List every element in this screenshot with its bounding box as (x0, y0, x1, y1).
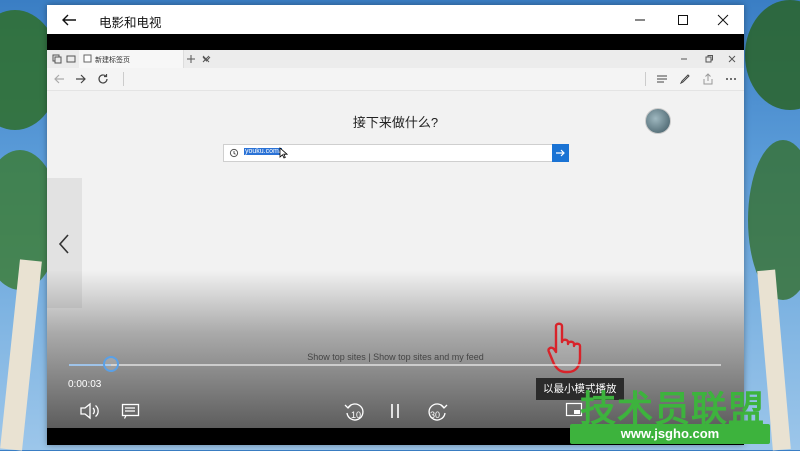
back-arrow-icon[interactable] (59, 10, 79, 30)
chevron-left-icon[interactable] (57, 233, 71, 255)
tab-preview-icon (52, 54, 62, 64)
new-tab-icon (187, 55, 195, 63)
site-watermark: 技术员联盟 www.jsgho.com (555, 380, 800, 450)
tree-foliage (745, 0, 800, 110)
new-tab-heading: 接下来做什么? (352, 115, 439, 130)
volume-icon[interactable] (79, 402, 101, 420)
app-title: 电影和电视 (99, 16, 162, 30)
subtitles-icon[interactable] (121, 403, 141, 420)
go-button (552, 144, 569, 162)
elapsed-time: 0:00:03 (68, 379, 102, 390)
tree-trunk (0, 259, 42, 451)
watermark-url: www.jsgho.com (570, 424, 770, 444)
letterbox-top (47, 34, 744, 50)
page-icon (83, 54, 92, 63)
browser-tab: 新建标签页 (79, 50, 210, 68)
title-bar: 电影和电视 (47, 5, 744, 34)
browser-close-icon (728, 55, 736, 63)
tab-title: 新建标签页 (95, 57, 130, 64)
close-icon[interactable] (712, 9, 734, 31)
browser-forward-icon (76, 74, 86, 84)
set-aside-icon (66, 55, 76, 63)
nav-divider (123, 72, 124, 86)
more-icon (726, 78, 736, 80)
browser-tab-bar: 新建标签页 (47, 50, 744, 69)
minimize-icon[interactable] (629, 9, 651, 31)
hub-icon (657, 75, 667, 83)
browser-back-icon (54, 74, 64, 84)
top-sites-link: Show top sites | Show top sites and my f… (307, 352, 484, 362)
mouse-cursor-icon (279, 147, 288, 159)
browser-restore-icon (705, 55, 713, 63)
nav-divider (645, 72, 646, 86)
chevron-down-icon (202, 56, 211, 62)
arrow-right-icon (556, 149, 565, 157)
address-value: youku.com/ (244, 148, 282, 155)
avatar (645, 108, 671, 134)
address-search-box: youku.com/ (223, 144, 569, 162)
pause-icon[interactable] (388, 402, 402, 420)
browser-minimize-icon (681, 58, 687, 60)
rewind-seconds: 10 (351, 410, 362, 420)
web-note-icon (679, 74, 690, 85)
forward-seconds: 30 (430, 410, 441, 420)
movies-tv-window: 电影和电视 新建标签页 接下来做什么? youku.com/ Show top … (47, 5, 744, 445)
share-icon (703, 73, 713, 85)
maximize-icon[interactable] (672, 9, 694, 31)
video-area[interactable]: 新建标签页 接下来做什么? youku.com/ Show top sites … (47, 50, 744, 428)
browser-nav-bar (47, 68, 744, 91)
pointing-hand-icon (547, 322, 582, 374)
history-icon (229, 148, 239, 158)
refresh-icon (98, 74, 108, 84)
seek-bar[interactable] (69, 356, 721, 372)
